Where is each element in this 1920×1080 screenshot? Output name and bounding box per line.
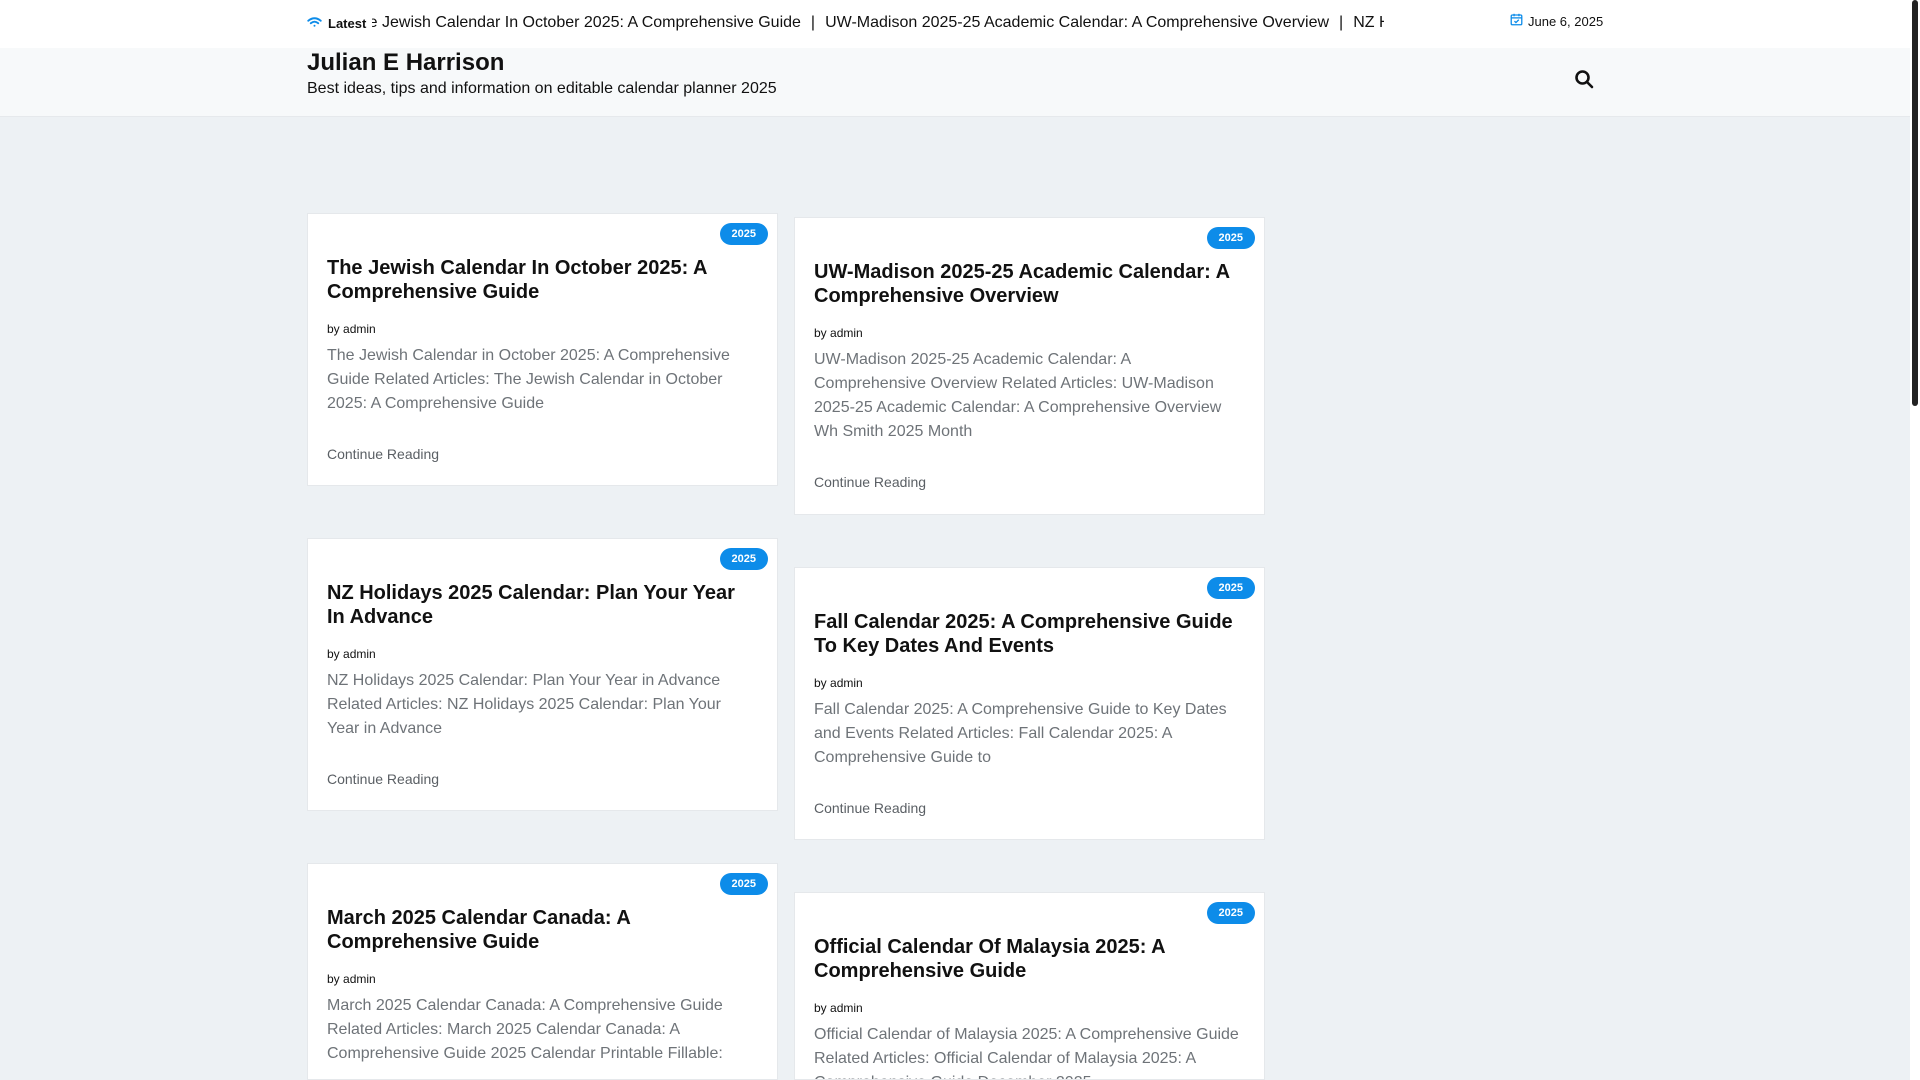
latest-text: Latest [328, 16, 367, 31]
site-description: Best ideas, tips and information on edit… [307, 80, 777, 97]
post-author[interactable]: admin [830, 676, 863, 690]
post-author[interactable]: admin [343, 322, 376, 336]
category-badge[interactable]: 2025 [1206, 227, 1255, 249]
ticker-separator: | [810, 14, 816, 31]
post-author[interactable]: admin [830, 1001, 863, 1015]
latest-label: Latest [307, 16, 366, 31]
site-title[interactable]: Julian E Harrison [307, 49, 504, 77]
byline-prefix: by [327, 972, 340, 986]
post-card: 2025 March 2025 Calendar Canada: A Compr… [307, 863, 778, 1080]
post-excerpt: UW-Madison 2025-25 Academic Calendar: A … [814, 351, 1222, 440]
ticker-item[interactable]: The Jewish Calendar In October 2025: A C… [372, 14, 801, 31]
continue-reading-link[interactable]: Continue Reading [327, 771, 439, 787]
post-card: 2025 NZ Holidays 2025 Calendar: Plan You… [307, 538, 778, 811]
post-excerpt: Fall Calendar 2025: A Comprehensive Guid… [814, 701, 1227, 766]
post-excerpt: NZ Holidays 2025 Calendar: Plan Your Yea… [327, 672, 721, 737]
search-icon [1574, 70, 1594, 93]
byline-prefix: by [327, 647, 340, 661]
post-author[interactable]: admin [343, 972, 376, 986]
post-card: 2025 UW-Madison 2025-25 Academic Calenda… [794, 217, 1265, 515]
ticker-item[interactable]: UW-Madison 2025-25 Academic Calendar: A … [825, 14, 1329, 31]
category-badge[interactable]: 2025 [1206, 577, 1255, 599]
post-title[interactable]: Fall Calendar 2025: A Comprehensive Guid… [814, 610, 1234, 658]
post-title[interactable]: NZ Holidays 2025 Calendar: Plan Your Yea… [327, 581, 747, 629]
continue-reading-link[interactable]: Continue Reading [327, 446, 439, 462]
byline-prefix: by [814, 1001, 827, 1015]
scrollbar-thumb[interactable] [1912, 0, 1918, 406]
post-byline: by admin [327, 972, 376, 986]
site-header [0, 48, 1910, 117]
post-byline: by admin [814, 326, 863, 340]
post-card: 2025 Fall Calendar 2025: A Comprehensive… [794, 567, 1265, 840]
post-excerpt: The Jewish Calendar in October 2025: A C… [327, 347, 730, 412]
wifi-icon [307, 16, 322, 31]
post-excerpt: March 2025 Calendar Canada: A Comprehens… [327, 997, 723, 1062]
byline-prefix: by [814, 326, 827, 340]
category-badge[interactable]: 2025 [719, 548, 768, 570]
post-title[interactable]: Official Calendar Of Malaysia 2025: A Co… [814, 935, 1234, 983]
news-ticker: The Jewish Calendar In October 2025: A C… [372, 14, 1384, 36]
continue-reading-link[interactable]: Continue Reading [814, 474, 926, 490]
calendar-icon [1510, 13, 1523, 29]
post-title[interactable]: UW-Madison 2025-25 Academic Calendar: A … [814, 260, 1234, 308]
ticker-separator: | [1339, 14, 1344, 31]
ticker-item[interactable]: NZ Holidays 2025 Calendar: Plan Your Yea… [1353, 14, 1384, 31]
post-author[interactable]: admin [343, 647, 376, 661]
current-date: June 6, 2025 [1510, 13, 1603, 29]
continue-reading-link[interactable]: Continue Reading [814, 800, 926, 816]
category-badge[interactable]: 2025 [719, 873, 768, 895]
post-byline: by admin [814, 1001, 863, 1015]
byline-prefix: by [327, 322, 340, 336]
post-byline: by admin [814, 676, 863, 690]
search-button[interactable] [1574, 69, 1598, 93]
post-title[interactable]: The Jewish Calendar In October 2025: A C… [327, 256, 747, 304]
category-badge[interactable]: 2025 [1206, 902, 1255, 924]
category-badge[interactable]: 2025 [719, 223, 768, 245]
post-title[interactable]: March 2025 Calendar Canada: A Comprehens… [327, 906, 747, 954]
post-byline: by admin [327, 647, 376, 661]
post-author[interactable]: admin [830, 326, 863, 340]
byline-prefix: by [814, 676, 827, 690]
post-card: 2025 Official Calendar Of Malaysia 2025:… [794, 892, 1265, 1080]
post-excerpt: Official Calendar of Malaysia 2025: A Co… [814, 1026, 1239, 1079]
post-card: 2025 The Jewish Calendar In October 2025… [307, 213, 778, 486]
post-byline: by admin [327, 322, 376, 336]
date-text: June 6, 2025 [1528, 13, 1604, 29]
